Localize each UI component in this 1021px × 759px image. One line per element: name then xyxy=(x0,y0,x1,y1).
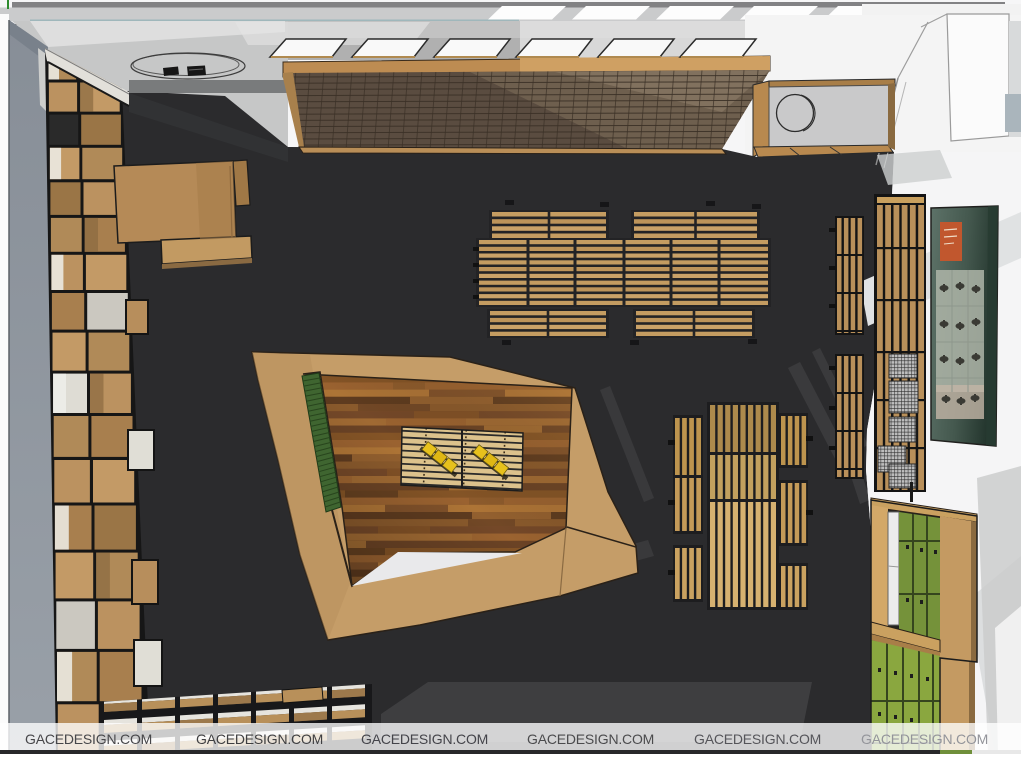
svg-text:GACEDESIGN.COM: GACEDESIGN.COM xyxy=(861,731,988,747)
svg-text:GACEDESIGN.COM: GACEDESIGN.COM xyxy=(361,731,488,747)
svg-text:GACEDESIGN.COM: GACEDESIGN.COM xyxy=(25,731,152,747)
svg-text:GACEDESIGN.COM: GACEDESIGN.COM xyxy=(694,731,821,747)
svg-text:GACEDESIGN.COM: GACEDESIGN.COM xyxy=(196,731,323,747)
svg-text:GACEDESIGN.COM: GACEDESIGN.COM xyxy=(527,731,654,747)
